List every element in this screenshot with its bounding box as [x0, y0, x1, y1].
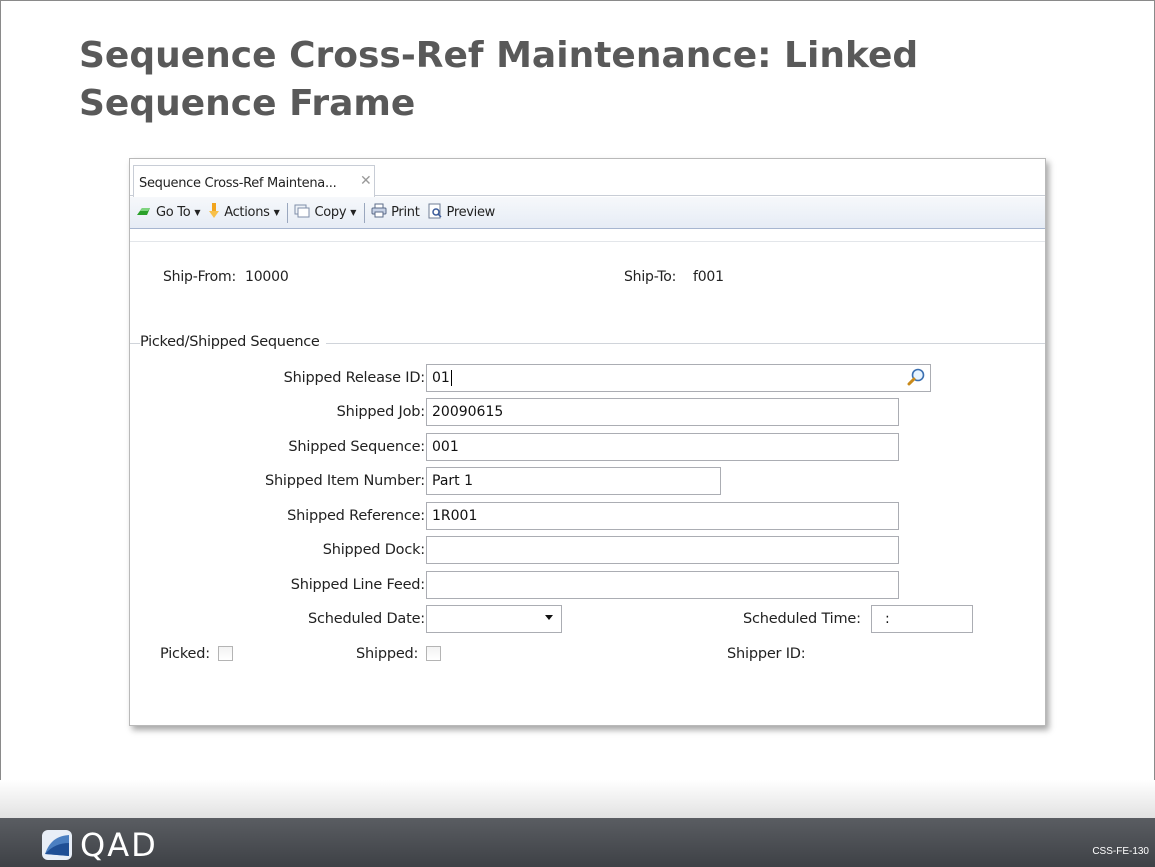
reference-label: Shipped Reference:	[287, 508, 425, 524]
sequence-input[interactable]: 001	[426, 433, 899, 461]
qad-logo: QAD	[42, 828, 158, 862]
close-icon[interactable]: ✕	[360, 173, 372, 189]
toolbar: Go To ▼ Actions ▼ Copy ▼ Print Preview	[130, 197, 1045, 229]
print-button[interactable]: Print	[371, 203, 420, 222]
reference-input[interactable]: 1R001	[426, 502, 899, 530]
ship-from-value: 10000	[245, 269, 289, 285]
copy-icon	[294, 204, 310, 222]
slide-code: CSS-FE-130	[1092, 846, 1149, 857]
item-number-value: Part 1	[432, 473, 473, 489]
scheduled-time-input[interactable]: :	[871, 605, 973, 633]
dock-label: Shipped Dock:	[322, 542, 425, 558]
chevron-down-icon: ▼	[194, 208, 201, 217]
goto-button[interactable]: Go To ▼	[136, 205, 201, 221]
tab-sequence-cross-ref[interactable]: Sequence Cross-Ref Maintena... ✕	[133, 165, 375, 197]
chevron-down-icon: ▼	[350, 208, 357, 217]
scheduled-date-select[interactable]	[426, 605, 562, 633]
tab-bar: Sequence Cross-Ref Maintena... ✕	[130, 159, 1045, 197]
scheduled-time-label: Scheduled Time:	[743, 611, 861, 627]
shipped-checkbox[interactable]	[426, 646, 441, 661]
release-id-input[interactable]: 01	[426, 364, 931, 392]
qad-logo-text: QAD	[80, 826, 158, 864]
slide-title: Sequence Cross-Ref Maintenance: Linked S…	[79, 35, 919, 124]
goto-icon	[136, 205, 152, 221]
dropdown-arrow-icon[interactable]	[545, 615, 553, 620]
job-label: Shipped Job:	[336, 404, 426, 420]
release-id-value: 01	[432, 370, 452, 386]
picked-label: Picked:	[160, 646, 210, 662]
chevron-down-icon: ▼	[273, 208, 280, 217]
scheduled-date-label: Scheduled Date:	[308, 611, 425, 627]
actions-button[interactable]: Actions ▼	[208, 202, 280, 223]
copy-button[interactable]: Copy ▼	[294, 204, 356, 222]
ship-from-label: Ship-From:	[163, 269, 236, 285]
line-feed-input[interactable]	[426, 571, 899, 599]
ship-to-label: Ship-To:	[624, 269, 677, 285]
release-id-label: Shipped Release ID:	[283, 370, 426, 386]
reference-value: 1R001	[432, 508, 478, 524]
job-input[interactable]: 20090615	[426, 398, 899, 426]
scheduled-time-value: :	[885, 611, 890, 627]
item-number-input[interactable]: Part 1	[426, 467, 721, 495]
search-icon[interactable]	[906, 367, 926, 391]
tab-label: Sequence Cross-Ref Maintena...	[139, 176, 337, 191]
app-window: Sequence Cross-Ref Maintena... ✕ Go To ▼…	[129, 158, 1046, 726]
dock-input[interactable]	[426, 536, 899, 564]
preview-icon	[428, 203, 443, 223]
line-feed-label: Shipped Line Feed:	[290, 577, 425, 593]
footer-bar	[0, 818, 1155, 867]
ship-to-value: f001	[693, 269, 724, 285]
printer-icon	[371, 203, 387, 222]
copy-label: Copy	[314, 205, 347, 220]
print-label: Print	[391, 205, 420, 220]
section-title: Picked/Shipped Sequence	[140, 334, 326, 350]
preview-label: Preview	[446, 205, 496, 220]
shipped-label: Shipped:	[356, 646, 419, 662]
header-divider	[130, 241, 1045, 242]
sequence-label: Shipped Sequence:	[288, 439, 425, 455]
item-number-label: Shipped Item Number:	[264, 473, 425, 489]
actions-icon	[208, 202, 220, 223]
preview-button[interactable]: Preview	[428, 203, 496, 223]
sequence-value: 001	[432, 439, 459, 455]
qad-logo-icon	[42, 830, 72, 860]
picked-checkbox[interactable]	[218, 646, 233, 661]
actions-label: Actions	[224, 205, 270, 220]
footer-fade	[0, 780, 1155, 818]
job-value: 20090615	[432, 404, 504, 420]
shipper-id-label: Shipper ID:	[727, 646, 806, 662]
toolbar-separator	[287, 202, 289, 223]
toolbar-separator	[364, 202, 366, 223]
goto-label: Go To	[156, 205, 191, 220]
